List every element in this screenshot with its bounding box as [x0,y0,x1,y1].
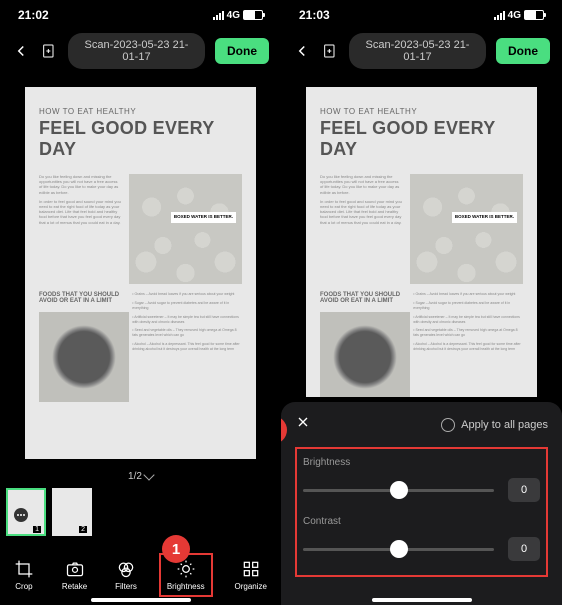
filters-tool[interactable]: Filters [109,555,143,595]
thumbnail-2[interactable]: 2 [52,488,92,536]
top-bar: Scan-2023-05-23 21-01-17 Done [281,33,562,69]
annotation-marker-1: 1 [162,535,190,563]
top-bar: Scan-2023-05-23 21-01-17 Done [0,33,281,69]
back-button[interactable] [293,42,311,60]
filename-field[interactable]: Scan-2023-05-23 21-01-17 [349,33,486,69]
add-page-button[interactable] [321,42,339,60]
doc-foods-section: FOODS THAT YOU SHOULD AVOID OR EAT IN A … [39,292,124,402]
contrast-label: Contrast [303,516,540,527]
done-button[interactable]: Done [496,38,550,64]
bottom-toolbar: Crop Retake Filters Brightness Organize [0,549,281,605]
done-button[interactable]: Done [215,38,269,64]
close-icon [295,414,311,430]
doc-image-lemons: BOXED WATER IS BETTER. [129,174,242,284]
brightness-value: 0 [508,478,540,502]
home-indicator[interactable] [91,598,191,602]
slider-thumb[interactable] [390,481,408,499]
add-page-button[interactable] [40,42,58,60]
battery-icon [524,10,544,20]
battery-icon [243,10,263,20]
document-preview[interactable]: HOW TO EAT HEALTHY FEEL GOOD EVERY DAY D… [0,69,281,467]
status-time: 21:02 [18,8,49,22]
home-indicator[interactable] [372,598,472,602]
brightness-panel: Apply to all pages Brightness 0 Contrast [281,402,562,605]
crop-icon [14,559,34,579]
doc-intro: Do you like feeling down and missing the… [39,174,121,284]
doc-image-cup [39,312,129,402]
doc-title: FEEL GOOD EVERY DAY [39,118,242,160]
filters-icon [116,559,136,579]
phone-right: 21:03 4G Scan-2023-05-23 21-01-17 Done H… [281,0,562,605]
crop-tool[interactable]: Crop [8,555,40,595]
phone-left: 21:02 4G Scan-2023-05-23 21-01-17 Done H… [0,0,281,605]
network-label: 4G [227,10,240,21]
doc-subtitle: HOW TO EAT HEALTHY [320,107,523,116]
page-indicator[interactable]: 1/2 [0,471,281,482]
brightness-slider[interactable] [303,489,494,492]
brightness-slider-group: Brightness 0 [303,457,540,502]
radio-icon [441,418,455,432]
doc-foods-section: FOODS THAT YOU SHOULD AVOID OR EAT IN A … [320,292,405,397]
doc-subtitle: HOW TO EAT HEALTHY [39,107,242,116]
doc-intro: Do you like feeling down and missing the… [320,174,402,284]
grid-icon [241,559,261,579]
contrast-value: 0 [508,537,540,561]
thumbnail-1[interactable]: 1 [6,488,46,536]
filename-field[interactable]: Scan-2023-05-23 21-01-17 [68,33,205,69]
doc-bullet-list: • Grains – Avoid bread loaves if you are… [413,292,523,397]
slider-thumb[interactable] [390,540,408,558]
doc-image-cup [320,312,410,397]
contrast-slider-group: Contrast 0 [303,516,540,561]
thumbnail-menu-icon[interactable] [14,508,28,522]
retake-tool[interactable]: Retake [56,555,93,595]
scanned-document: HOW TO EAT HEALTHY FEEL GOOD EVERY DAY D… [306,87,537,397]
boxed-water-label: BOXED WATER IS BETTER. [171,212,236,223]
status-indicators: 4G [494,10,544,21]
boxed-water-label: BOXED WATER IS BETTER. [452,212,517,223]
back-button[interactable] [12,42,30,60]
status-time: 21:03 [299,8,330,22]
chevron-down-icon [143,469,154,480]
status-bar: 21:02 4G [0,5,281,25]
status-bar: 21:03 4G [281,5,562,25]
signal-icon [494,11,505,20]
sliders-group-highlighted: Brightness 0 Contrast 0 [295,447,548,577]
camera-icon [65,559,85,579]
brightness-label: Brightness [303,457,540,468]
doc-image-lemons: BOXED WATER IS BETTER. [410,174,523,284]
signal-icon [213,11,224,20]
contrast-slider[interactable] [303,548,494,551]
status-indicators: 4G [213,10,263,21]
scanned-document: HOW TO EAT HEALTHY FEEL GOOD EVERY DAY D… [25,87,256,459]
apply-all-toggle[interactable]: Apply to all pages [441,418,548,432]
doc-bullet-list: • Grains – Avoid bread loaves if you are… [132,292,242,402]
doc-title: FEEL GOOD EVERY DAY [320,118,523,160]
thumbnail-strip: 1 2 [0,488,281,536]
organize-tool[interactable]: Organize [229,555,273,595]
document-preview[interactable]: HOW TO EAT HEALTHY FEEL GOOD EVERY DAY D… [281,69,562,405]
network-label: 4G [508,10,521,21]
close-button[interactable] [295,414,315,435]
